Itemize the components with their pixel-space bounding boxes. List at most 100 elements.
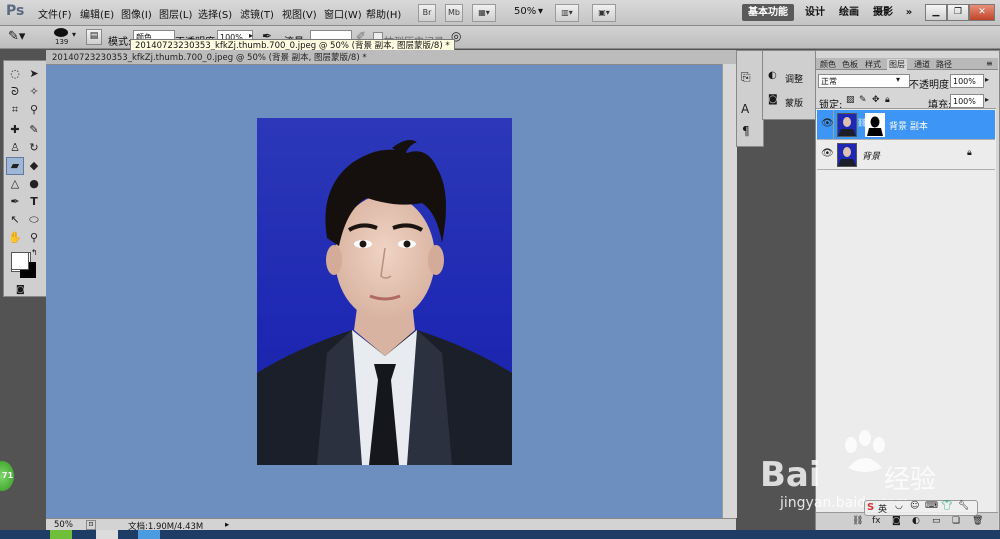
panel-menu-icon[interactable]: ≡ <box>986 59 993 68</box>
adjustment-layer-icon[interactable]: ◐ <box>912 516 920 526</box>
ime-language[interactable]: 英 <box>878 502 887 515</box>
brush-tool[interactable]: ✎ <box>26 122 42 138</box>
layer-row[interactable]: 👁︎ ⛓ 背景 副本 <box>817 110 995 140</box>
swap-colors-icon[interactable]: ↰ <box>31 248 38 257</box>
ime-punctuation-icon[interactable]: ◡ <box>895 501 903 511</box>
menu-help[interactable]: 帮助(H) <box>366 6 401 21</box>
pen-tool[interactable]: ✒ <box>7 194 23 210</box>
layer-opacity-chevron-icon[interactable]: ▸ <box>985 75 989 84</box>
paragraph-panel-icon[interactable]: ¶ <box>742 124 750 138</box>
adjustments-icon[interactable]: ◐ <box>768 70 777 81</box>
menu-view[interactable]: 视图(V) <box>282 6 317 21</box>
layer-name[interactable]: 背景 副本 <box>889 119 928 132</box>
taskbar-item[interactable] <box>50 530 72 539</box>
lock-all-icon[interactable]: 🔒︎ <box>885 95 890 105</box>
hand-tool[interactable]: ✋ <box>7 230 23 246</box>
delete-layer-icon[interactable]: 🗑︎ <box>972 516 983 526</box>
visibility-eye-icon[interactable]: 👁︎ <box>821 148 834 159</box>
tab-color[interactable]: 颜色 <box>820 59 836 70</box>
view-extras-button[interactable]: ▦▾ <box>472 4 496 22</box>
tab-swatches[interactable]: 色板 <box>842 59 858 70</box>
menu-edit[interactable]: 编辑(E) <box>80 6 114 21</box>
vertical-scrollbar[interactable] <box>722 64 737 518</box>
lock-position-icon[interactable]: ✥ <box>872 95 880 105</box>
new-layer-icon[interactable]: ❏ <box>952 516 960 526</box>
ime-voice-icon[interactable]: ☺ <box>910 501 919 511</box>
zoom-field[interactable]: 50% <box>54 520 73 530</box>
blend-mode-chevron-icon[interactable]: ▾ <box>896 75 900 84</box>
eraser-tool[interactable]: ▰ <box>6 157 24 175</box>
shape-tool[interactable]: ⬭ <box>26 212 42 228</box>
type-tool[interactable]: T <box>26 194 42 210</box>
tab-layers[interactable]: 图层 <box>887 59 907 70</box>
workspace-painting[interactable]: 绘画 <box>836 4 862 21</box>
restore-button[interactable]: ❐ <box>947 4 969 21</box>
dodge-tool[interactable]: ● <box>26 176 42 192</box>
menu-filter[interactable]: 滤镜(T) <box>240 6 274 21</box>
blur-tool[interactable]: △ <box>7 176 23 192</box>
visibility-eye-icon[interactable]: 👁︎ <box>821 118 834 129</box>
ime-skin-icon[interactable]: 👕︎ <box>941 501 952 511</box>
path-select-tool[interactable]: ↖ <box>7 212 23 228</box>
history-brush-tool[interactable]: ↻ <box>26 140 42 156</box>
document-tab[interactable]: 20140723230353_kfkZj.thumb.700_0.jpeg @ … <box>52 51 367 63</box>
workspace-design[interactable]: 设计 <box>802 4 828 21</box>
minibridge-button[interactable]: Mb <box>445 4 463 22</box>
ime-tools-icon[interactable]: 🔧︎ <box>958 501 969 511</box>
taskbar-item[interactable] <box>138 530 160 539</box>
taskbar-item[interactable] <box>96 530 118 539</box>
brush-picker-chevron-icon[interactable]: ▾ <box>72 30 76 39</box>
link-layers-icon[interactable]: ⛓ <box>852 516 863 526</box>
brush-panel-button[interactable]: ▤ <box>86 29 102 45</box>
layer-name[interactable]: 背景 <box>862 149 880 162</box>
lock-pixels-icon[interactable]: ✎ <box>859 95 867 105</box>
layer-style-icon[interactable]: fx <box>872 516 881 526</box>
zoom-level-dropdown[interactable]: 50% <box>514 6 536 17</box>
masks-panel-button[interactable]: 蒙版 <box>785 96 803 109</box>
menu-image[interactable]: 图像(I) <box>121 6 152 21</box>
arrange-documents-button[interactable]: ▥▾ <box>555 4 579 22</box>
minimize-button[interactable]: ▁ <box>925 4 947 21</box>
lasso-tool[interactable]: ᘐ <box>7 84 23 100</box>
floating-badge[interactable]: 71 <box>0 461 14 491</box>
brush-tip-icon[interactable] <box>54 28 68 37</box>
crop-tool[interactable]: ⌗ <box>7 102 23 118</box>
eraser-tool-icon[interactable]: ✎▾ <box>8 29 25 44</box>
workspace-photography[interactable]: 摄影 <box>870 4 896 21</box>
menu-select[interactable]: 选择(S) <box>198 6 232 21</box>
fill-chevron-icon[interactable]: ▸ <box>985 95 989 104</box>
history-panel-icon[interactable]: ⎘ <box>741 70 751 85</box>
tab-paths[interactable]: 路径 <box>936 59 952 70</box>
zoom-chevron-icon[interactable]: ▾ <box>538 6 543 17</box>
menu-window[interactable]: 窗口(W) <box>324 6 362 21</box>
close-button[interactable]: ✕ <box>969 4 995 21</box>
clone-stamp-tool[interactable]: ♙ <box>7 140 23 156</box>
fill-input[interactable]: 100% <box>950 94 984 108</box>
ime-toolbar[interactable]: S 英 ◡ ☺ ⌨ 👕︎ 🔧︎ <box>864 500 978 516</box>
tab-channels[interactable]: 通道 <box>914 59 930 70</box>
masks-icon[interactable]: ◙ <box>768 94 778 105</box>
workspace-essentials[interactable]: 基本功能 <box>742 4 794 21</box>
menu-file[interactable]: 文件(F) <box>38 6 72 21</box>
character-panel-icon[interactable]: A <box>741 102 749 116</box>
screen-mode-button[interactable]: ▣▾ <box>592 4 616 22</box>
marquee-tool[interactable]: ◌ <box>7 66 23 82</box>
photo-canvas[interactable] <box>257 118 512 465</box>
quick-mask-icon[interactable]: ◙ <box>16 285 25 295</box>
status-arrow-icon[interactable]: ▸ <box>225 520 229 530</box>
bridge-button[interactable]: Br <box>418 4 436 22</box>
new-group-icon[interactable]: ▭ <box>932 516 941 526</box>
paint-bucket-tool[interactable]: ◆ <box>26 158 42 174</box>
layer-opacity-input[interactable]: 100% <box>950 74 984 88</box>
move-tool[interactable]: ➤ <box>26 66 42 82</box>
layer-row[interactable]: 👁︎ 背景 🔒︎ <box>817 140 995 170</box>
eyedropper-tool[interactable]: ⚲ <box>26 102 42 118</box>
tab-styles[interactable]: 样式 <box>865 59 881 70</box>
zoom-tool[interactable]: ⚲ <box>26 230 42 246</box>
add-mask-icon[interactable]: ◙ <box>892 516 901 526</box>
quick-select-tool[interactable]: ✧ <box>26 84 42 100</box>
layer-mask-thumbnail[interactable] <box>865 113 885 137</box>
lock-transparent-icon[interactable]: ▨ <box>846 95 855 105</box>
ime-keyboard-icon[interactable]: ⌨ <box>925 501 938 511</box>
adjustments-panel-button[interactable]: 调整 <box>785 72 803 85</box>
